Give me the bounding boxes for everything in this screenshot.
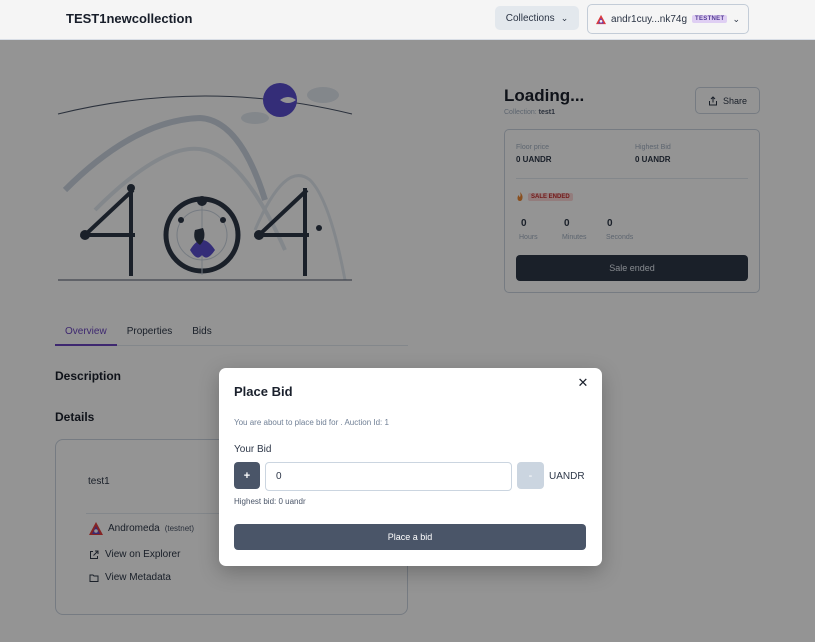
your-bid-label: Your Bid xyxy=(234,444,272,455)
modal-description: You are about to place bid for . Auction… xyxy=(234,418,389,427)
highest-bid-text: Highest bid: 0 uandr xyxy=(234,497,306,506)
place-bid-button[interactable]: Place a bid xyxy=(234,524,586,550)
bid-unit: UANDR xyxy=(549,471,585,482)
header-backdrop xyxy=(0,0,815,40)
modal-title: Place Bid xyxy=(234,384,293,399)
place-bid-modal: Place Bid ✕ You are about to place bid f… xyxy=(219,368,602,566)
decrement-button[interactable]: - xyxy=(517,462,544,489)
close-icon[interactable]: ✕ xyxy=(576,375,590,390)
increment-button[interactable]: + xyxy=(234,462,260,489)
bid-amount-input[interactable] xyxy=(265,462,512,491)
